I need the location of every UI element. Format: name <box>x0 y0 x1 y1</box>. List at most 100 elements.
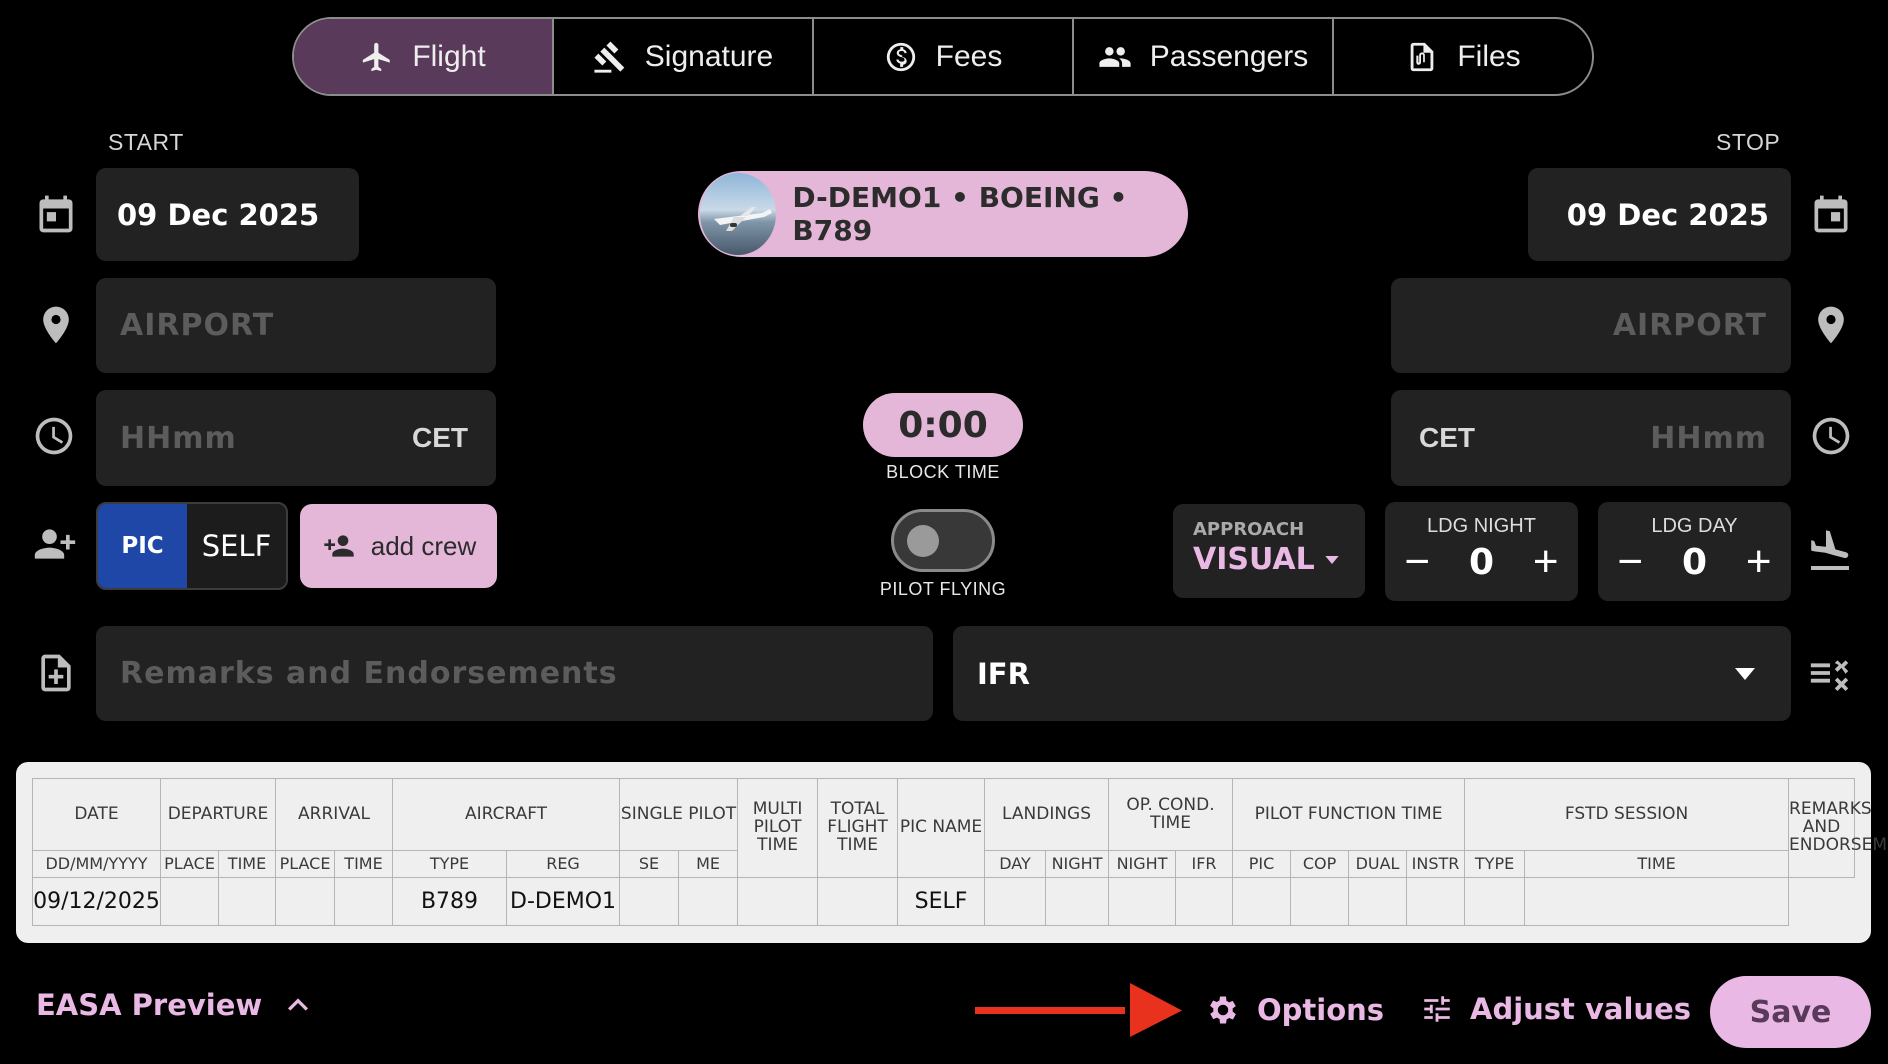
sub-reg: REG <box>506 850 621 878</box>
crew-member-chip[interactable]: PIC SELF <box>96 502 288 590</box>
ldg-night-increment-button[interactable]: + <box>1533 540 1559 584</box>
col-date: DATE <box>32 778 161 851</box>
sub-ldg-day: DAY <box>984 850 1047 878</box>
arrival-airport-placeholder: AIRPORT <box>1612 308 1767 343</box>
calendar-icon <box>34 192 78 241</box>
clock-icon <box>1809 414 1853 463</box>
col-aircraft: AIRCRAFT <box>392 778 621 851</box>
chevron-up-icon <box>288 998 309 1011</box>
location-pin-icon <box>1809 303 1853 352</box>
cell-empty <box>1406 877 1466 926</box>
ldg-night-value: 0 <box>1468 541 1495 583</box>
approach-value: VISUAL <box>1193 542 1315 577</box>
start-date-field[interactable]: 09 Dec 2025 <box>96 168 359 261</box>
sub-op-night: NIGHT <box>1108 850 1177 878</box>
ldg-night-decrement-button[interactable]: − <box>1404 540 1430 584</box>
tab-flight[interactable]: Flight <box>294 19 554 94</box>
sub-op-ifr: IFR <box>1175 850 1234 878</box>
tab-bar: Flight Signature Fees Passengers Files <box>292 17 1594 96</box>
cell-empty <box>218 877 276 926</box>
table-row: 09/12/2025 B789 D-DEMO1 SELF <box>32 877 1855 926</box>
cell-empty <box>160 877 219 926</box>
start-label: START <box>108 129 184 155</box>
tab-passengers[interactable]: Passengers <box>1074 19 1334 94</box>
cell-empty <box>1175 877 1234 926</box>
ldg-night-label: LDG NIGHT <box>1427 515 1536 537</box>
adjust-values-button[interactable]: Adjust values <box>1420 992 1691 1026</box>
sub-dual: DUAL <box>1348 850 1408 878</box>
ldg-day-counter: LDG DAY − 0 + <box>1598 502 1791 601</box>
block-time-value: 0:00 <box>898 404 988 446</box>
arrival-time-input[interactable]: CET HHmm <box>1391 390 1791 486</box>
tab-label: Files <box>1457 39 1521 73</box>
stop-label: STOP <box>1716 129 1781 155</box>
ldg-night-counter: LDG NIGHT − 0 + <box>1385 502 1578 601</box>
approach-select[interactable]: APPROACH VISUAL <box>1173 504 1365 598</box>
calendar-icon <box>1809 192 1853 241</box>
people-icon <box>1099 46 1131 67</box>
approach-label: APPROACH <box>1193 519 1305 540</box>
cell-empty <box>817 877 899 926</box>
save-button[interactable]: Save <box>1710 976 1871 1048</box>
cell-date: 09/12/2025 <box>32 877 161 926</box>
cell-empty <box>275 877 335 926</box>
remarks-input[interactable]: Remarks and Endorsements <box>96 626 933 721</box>
sub-dep-time: TIME <box>218 850 276 878</box>
tab-fees[interactable]: Fees <box>814 19 1074 94</box>
easa-preview-card: DATE DEPARTURE ARRIVAL AIRCRAFT SINGLE P… <box>16 762 1888 943</box>
pilot-flying-toggle[interactable] <box>891 509 995 572</box>
cell-empty <box>1524 877 1790 926</box>
aircraft-photo <box>700 173 777 255</box>
col-multi-pilot: MULTI PILOT TIME <box>737 778 819 878</box>
departure-time-input[interactable]: HHmm CET <box>96 390 496 486</box>
cell-type: B789 <box>392 877 508 926</box>
sub-cop: COP <box>1290 850 1350 878</box>
cell-empty <box>1348 877 1408 926</box>
ldg-day-label: LDG DAY <box>1651 515 1738 537</box>
checklist-clear-icon[interactable] <box>1807 650 1853 701</box>
sub-me: ME <box>678 850 739 878</box>
add-crew-label: add crew <box>370 530 477 561</box>
cell-empty <box>1232 877 1292 926</box>
aircraft-selector[interactable]: D-DEMO1 • BOEING • B789 <box>698 171 1188 257</box>
sub-instr: INSTR <box>1406 850 1466 878</box>
ldg-day-increment-button[interactable]: + <box>1746 540 1772 584</box>
logbook-table: DATE DEPARTURE ARRIVAL AIRCRAFT SINGLE P… <box>32 778 1888 926</box>
remarks-placeholder: Remarks and Endorsements <box>120 656 618 691</box>
stop-date-value: 09 Dec 2025 <box>1566 197 1769 232</box>
options-button[interactable]: Options <box>1205 992 1384 1028</box>
col-total-time: TOTAL FLIGHT TIME <box>817 778 899 878</box>
tab-label: Signature <box>644 39 774 73</box>
tab-files[interactable]: Files <box>1334 19 1592 94</box>
arrival-time-placeholder: HHmm <box>1650 420 1767 456</box>
arrival-airport-input[interactable]: AIRPORT <box>1391 278 1791 373</box>
add-crew-button[interactable]: add crew <box>300 504 497 588</box>
easa-preview-toggle[interactable]: EASA Preview <box>36 985 318 1025</box>
crew-role-badge[interactable]: PIC <box>98 504 187 588</box>
stop-date-field[interactable]: 09 Dec 2025 <box>1528 168 1791 261</box>
col-single-pilot: SINGLE PILOT <box>619 778 739 851</box>
flight-rules-value: IFR <box>977 656 1030 691</box>
cell-empty <box>737 877 819 926</box>
cell-empty <box>1108 877 1177 926</box>
add-person-icon <box>324 535 354 557</box>
options-label: Options <box>1257 993 1385 1027</box>
col-departure: DEPARTURE <box>160 778 276 851</box>
tab-label: Flight <box>412 39 486 73</box>
cell-reg: D-DEMO1 <box>506 877 621 926</box>
crew-name: SELF <box>201 529 272 563</box>
gear-icon <box>1210 996 1236 1024</box>
flight-rules-select[interactable]: IFR <box>953 626 1791 721</box>
ldg-day-decrement-button[interactable]: − <box>1617 540 1643 584</box>
col-remarks: REMARKS AND ENDORSEMENTS <box>1788 778 1888 878</box>
sub-arr-time: TIME <box>333 850 394 878</box>
tab-signature[interactable]: Signature <box>554 19 814 94</box>
departure-airport-placeholder: AIRPORT <box>120 308 275 343</box>
ldg-day-value: 0 <box>1681 541 1708 583</box>
departure-airport-input[interactable]: AIRPORT <box>96 278 496 373</box>
cell-empty <box>333 877 394 926</box>
col-pic-name: PIC NAME <box>897 778 986 878</box>
sub-pic: PIC <box>1232 850 1292 878</box>
dropdown-caret-icon <box>1325 555 1339 564</box>
red-arrow-annotation <box>975 983 1182 1037</box>
